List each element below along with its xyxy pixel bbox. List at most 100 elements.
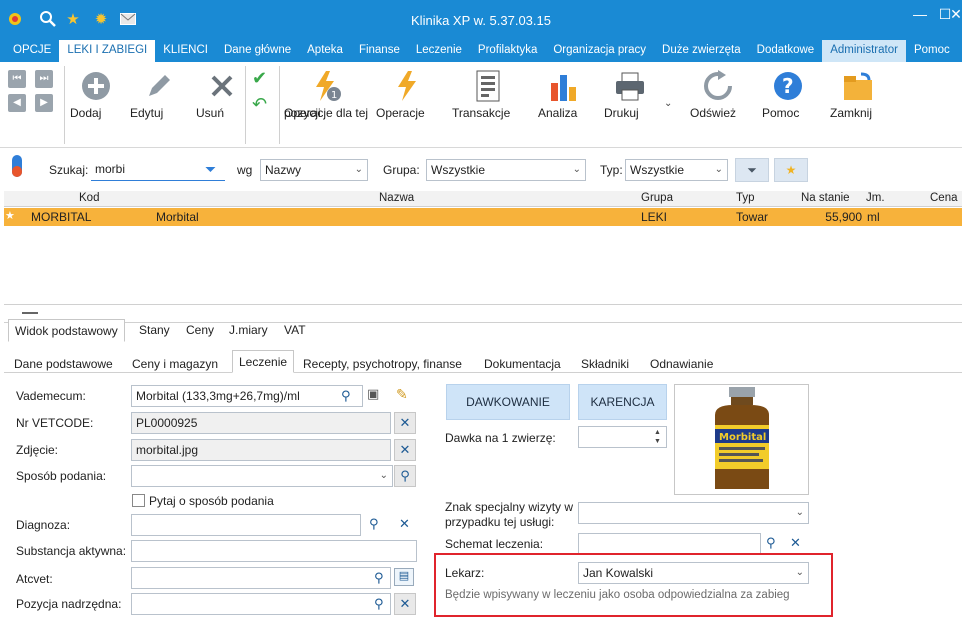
search-icon[interactable]: ⚲ bbox=[341, 388, 351, 404]
refresh-icon bbox=[704, 70, 732, 100]
favorite-star-icon[interactable]: ★ bbox=[5, 209, 15, 222]
col-header-nazwa[interactable]: Nazwa bbox=[379, 192, 414, 204]
type-label: Typ: bbox=[600, 163, 623, 177]
col-header-typ[interactable]: Typ bbox=[736, 192, 755, 204]
tab-widok-podstawowy[interactable]: Widok podstawowy bbox=[8, 319, 125, 342]
withdrawal-button[interactable]: KARENCJA bbox=[578, 384, 667, 420]
last-record-icon[interactable]: ⏭ bbox=[35, 70, 53, 88]
checkmark-icon[interactable]: ✔ bbox=[252, 68, 267, 89]
photo-label: Zdjęcie: bbox=[16, 443, 59, 457]
prev-record-icon[interactable]: ◀ bbox=[8, 94, 26, 112]
menu-administrator[interactable]: Administrator bbox=[822, 40, 906, 62]
tab-dane-podstawowe[interactable]: Dane podstawowe bbox=[14, 357, 113, 371]
table-row[interactable]: ★ MORBITAL Morbital LEKI Towar 55,900 ml bbox=[4, 208, 962, 226]
help-button[interactable]: ? Pomoc bbox=[762, 66, 814, 120]
tab-skladniki[interactable]: Składniki bbox=[581, 357, 629, 371]
col-header-cena[interactable]: Cena bbox=[930, 192, 958, 204]
group-select[interactable]: Wszystkie ⌄ bbox=[426, 159, 586, 181]
tab-odnawianie[interactable]: Odnawianie bbox=[650, 357, 713, 371]
chevron-down-icon: ⌄ bbox=[354, 164, 363, 175]
clear-photo-button[interactable]: ✕ bbox=[394, 439, 416, 461]
id-card-icon[interactable]: ▣ bbox=[367, 386, 387, 406]
dose-stepper[interactable]: ▲ ▼ bbox=[654, 428, 661, 446]
tab-vat[interactable]: VAT bbox=[284, 323, 306, 337]
type-select[interactable]: Wszystkie ⌄ bbox=[625, 159, 728, 181]
ribbon-toolbar: ⏮ ⏭ ◀ ▶ Dodaj Edytuj Usuń ✔ ↶ 1 Operacje… bbox=[0, 62, 962, 148]
search-by-select[interactable]: Nazwy ⌄ bbox=[260, 159, 368, 181]
tab-ceny-i-magazyn[interactable]: Ceny i magazyn bbox=[132, 357, 218, 371]
menu-opcje[interactable]: OPCJE bbox=[5, 40, 59, 62]
transactions-button[interactable]: Transakcje bbox=[452, 66, 524, 120]
close-module-button[interactable]: Zamknij bbox=[830, 66, 886, 120]
menu-finanse[interactable]: Finanse bbox=[351, 40, 408, 62]
clear-icon[interactable]: ✕ bbox=[790, 535, 801, 551]
minimize-icon[interactable]: — bbox=[910, 4, 930, 24]
question-icon: ? bbox=[774, 72, 802, 100]
route-select[interactable]: ⌄ bbox=[131, 465, 393, 487]
close-icon[interactable]: ✕ bbox=[946, 4, 962, 24]
dosing-button[interactable]: DAWKOWANIE bbox=[446, 384, 570, 420]
vetcode-field[interactable]: PL0000925 bbox=[131, 412, 391, 434]
undo-icon[interactable]: ↶ bbox=[252, 94, 267, 115]
tab-jmiary[interactable]: J.miary bbox=[229, 323, 268, 337]
clear-parent-button[interactable]: ✕ bbox=[394, 593, 416, 615]
col-header-grupa[interactable]: Grupa bbox=[641, 192, 673, 204]
tab-dokumentacja[interactable]: Dokumentacja bbox=[484, 357, 561, 371]
refresh-button[interactable]: Odśwież bbox=[690, 66, 746, 120]
filter-button[interactable]: ⏷ bbox=[735, 158, 769, 182]
parent-field[interactable] bbox=[131, 593, 391, 615]
tab-recepty[interactable]: Recepty, psychotropy, finanse bbox=[303, 357, 462, 371]
menu-klienci[interactable]: KLIENCI bbox=[155, 40, 216, 62]
operations-button[interactable]: Operacje bbox=[376, 66, 438, 120]
search-icon[interactable]: ⚲ bbox=[374, 570, 384, 586]
analysis-button[interactable]: Analiza bbox=[538, 66, 590, 120]
menu-profilaktyka[interactable]: Profilaktyka bbox=[470, 40, 545, 62]
photo-field[interactable]: morbital.jpg bbox=[131, 439, 391, 461]
tab-ceny[interactable]: Ceny bbox=[186, 323, 214, 337]
clear-icon[interactable]: ✕ bbox=[399, 516, 410, 532]
menu-dodatkowe[interactable]: Dodatkowe bbox=[749, 40, 823, 62]
sign-select[interactable]: ⌄ bbox=[578, 502, 809, 524]
col-header-kod[interactable]: Kod bbox=[79, 192, 99, 204]
menu-leki-i-zabiegi[interactable]: LEKI I ZABIEGI bbox=[59, 40, 156, 62]
add-button[interactable]: Dodaj bbox=[70, 66, 122, 120]
menu-dane-glowne[interactable]: Dane główne bbox=[216, 40, 299, 62]
menu-duze-zwierzeta[interactable]: Duże zwierzęta bbox=[654, 40, 749, 62]
substance-field[interactable] bbox=[131, 540, 417, 562]
atcvet-field[interactable] bbox=[131, 567, 391, 589]
x-icon: ✕ bbox=[399, 415, 411, 430]
search-icon[interactable]: ⚲ bbox=[369, 516, 379, 532]
clear-vetcode-button[interactable]: ✕ bbox=[394, 412, 416, 434]
print-dropdown-icon[interactable]: ⌄ bbox=[664, 98, 672, 109]
ask-route-checkbox[interactable] bbox=[132, 494, 145, 507]
menu-organizacja-pracy[interactable]: Organizacja pracy bbox=[545, 40, 654, 62]
operations-for-item-button[interactable]: 1 Operacje dla tej pozycji bbox=[284, 66, 370, 120]
diagnosis-label: Diagnoza: bbox=[16, 518, 71, 532]
col-header-na-stanie[interactable]: Na stanie bbox=[801, 192, 850, 204]
menu-leczenie[interactable]: Leczenie bbox=[408, 40, 470, 62]
edit-button[interactable]: Edytuj bbox=[130, 66, 188, 120]
filter-icon[interactable]: ⏷ bbox=[205, 161, 216, 178]
menu-pomoc[interactable]: Pomoc bbox=[906, 40, 958, 62]
vademecum-field[interactable]: Morbital (133,3mg+26,7mg)/ml bbox=[131, 385, 363, 407]
splitter-handle[interactable] bbox=[22, 312, 38, 314]
search-route-button[interactable]: ⚲ bbox=[394, 465, 416, 487]
tab-stany[interactable]: Stany bbox=[139, 323, 170, 337]
tab-leczenie[interactable]: Leczenie bbox=[232, 350, 295, 373]
favorites-filter-button[interactable]: ★ bbox=[774, 158, 808, 182]
chevron-down-icon: ⌄ bbox=[795, 567, 804, 578]
x-icon bbox=[211, 75, 233, 97]
print-button[interactable]: Drukuj bbox=[604, 66, 656, 120]
scheme-field[interactable] bbox=[578, 533, 761, 555]
next-record-icon[interactable]: ▶ bbox=[35, 94, 53, 112]
col-header-jm[interactable]: Jm. bbox=[866, 192, 885, 204]
first-record-icon[interactable]: ⏮ bbox=[8, 70, 26, 88]
delete-button[interactable]: Usuń bbox=[196, 66, 248, 120]
diagnosis-field[interactable] bbox=[131, 514, 361, 536]
menu-apteka[interactable]: Apteka bbox=[299, 40, 351, 62]
doctor-select[interactable]: Jan Kowalski ⌄ bbox=[578, 562, 809, 584]
search-icon[interactable]: ⚲ bbox=[374, 596, 384, 612]
search-icon[interactable]: ⚲ bbox=[766, 535, 776, 551]
wand-icon[interactable]: ✎ bbox=[396, 386, 408, 403]
table-icon[interactable]: ▤ bbox=[394, 568, 414, 586]
